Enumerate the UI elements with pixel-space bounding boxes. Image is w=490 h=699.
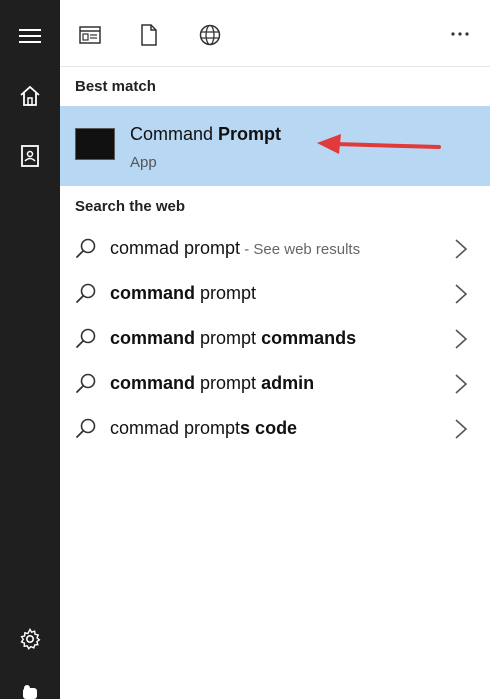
result-plain-2: prompt xyxy=(195,328,262,348)
home-icon[interactable] xyxy=(15,81,45,111)
result-bold-1: command xyxy=(110,283,196,303)
feedback-icon[interactable] xyxy=(15,684,45,699)
result-hint: - See web results xyxy=(240,241,361,258)
chevron-right-icon[interactable] xyxy=(454,328,468,350)
result-bold-2: s code xyxy=(240,418,298,438)
command-prompt-app-icon xyxy=(75,128,115,160)
result-bold-1: command xyxy=(110,373,196,393)
documents-filter-icon[interactable] xyxy=(134,20,164,50)
web-result-text: command prompt xyxy=(110,283,256,304)
left-rail xyxy=(0,0,60,699)
web-result-text: command prompt admin xyxy=(110,373,314,394)
web-result-row[interactable]: command prompt admin xyxy=(60,362,490,407)
results-panel: Best match Command Prompt App Search the… xyxy=(60,0,490,699)
search-icon xyxy=(76,328,96,348)
menu-icon[interactable] xyxy=(15,21,45,51)
web-result-text: commad prompt - See web results xyxy=(110,238,360,259)
result-plain-1: commad prompt xyxy=(110,418,241,438)
web-result-row[interactable]: command prompt xyxy=(60,272,490,317)
result-bold-2: commands xyxy=(261,328,357,348)
result-plain-2: prompt xyxy=(195,283,257,303)
web-result-row[interactable]: commad prompt - See web results xyxy=(60,227,490,272)
web-result-text: command prompt commands xyxy=(110,328,356,349)
web-result-row[interactable]: command prompt commands xyxy=(60,317,490,362)
chevron-right-icon[interactable] xyxy=(454,373,468,395)
notebook-icon[interactable] xyxy=(15,141,45,171)
web-result-text: commad prompts code xyxy=(110,418,297,439)
filter-toolbar xyxy=(60,0,490,67)
web-result-row[interactable]: commad prompts code xyxy=(60,407,490,452)
best-match-subtitle: App xyxy=(130,154,157,171)
result-bold-1: command xyxy=(110,328,196,348)
result-plain-2: prompt xyxy=(195,373,262,393)
search-web-heading: Search the web xyxy=(75,198,186,215)
search-icon xyxy=(76,283,96,303)
search-icon xyxy=(76,238,96,258)
best-match-title: Command Prompt xyxy=(130,124,281,145)
annotation-arrow xyxy=(317,134,441,154)
search-icon xyxy=(76,373,96,393)
search-icon xyxy=(76,418,96,438)
apps-filter-icon[interactable] xyxy=(75,20,105,50)
search-window: Best match Command Prompt App Search the… xyxy=(0,0,490,699)
title-bold: Prompt xyxy=(218,124,282,144)
result-plain-1: commad prompt xyxy=(110,238,241,258)
web-filter-icon[interactable] xyxy=(195,20,225,50)
chevron-right-icon[interactable] xyxy=(454,283,468,305)
result-bold-2: admin xyxy=(261,373,315,393)
more-options-icon[interactable] xyxy=(448,22,472,46)
settings-icon[interactable] xyxy=(15,624,45,654)
title-plain: Command xyxy=(130,124,219,144)
chevron-right-icon[interactable] xyxy=(454,418,468,440)
chevron-right-icon[interactable] xyxy=(454,238,468,260)
best-match-heading: Best match xyxy=(75,78,156,95)
